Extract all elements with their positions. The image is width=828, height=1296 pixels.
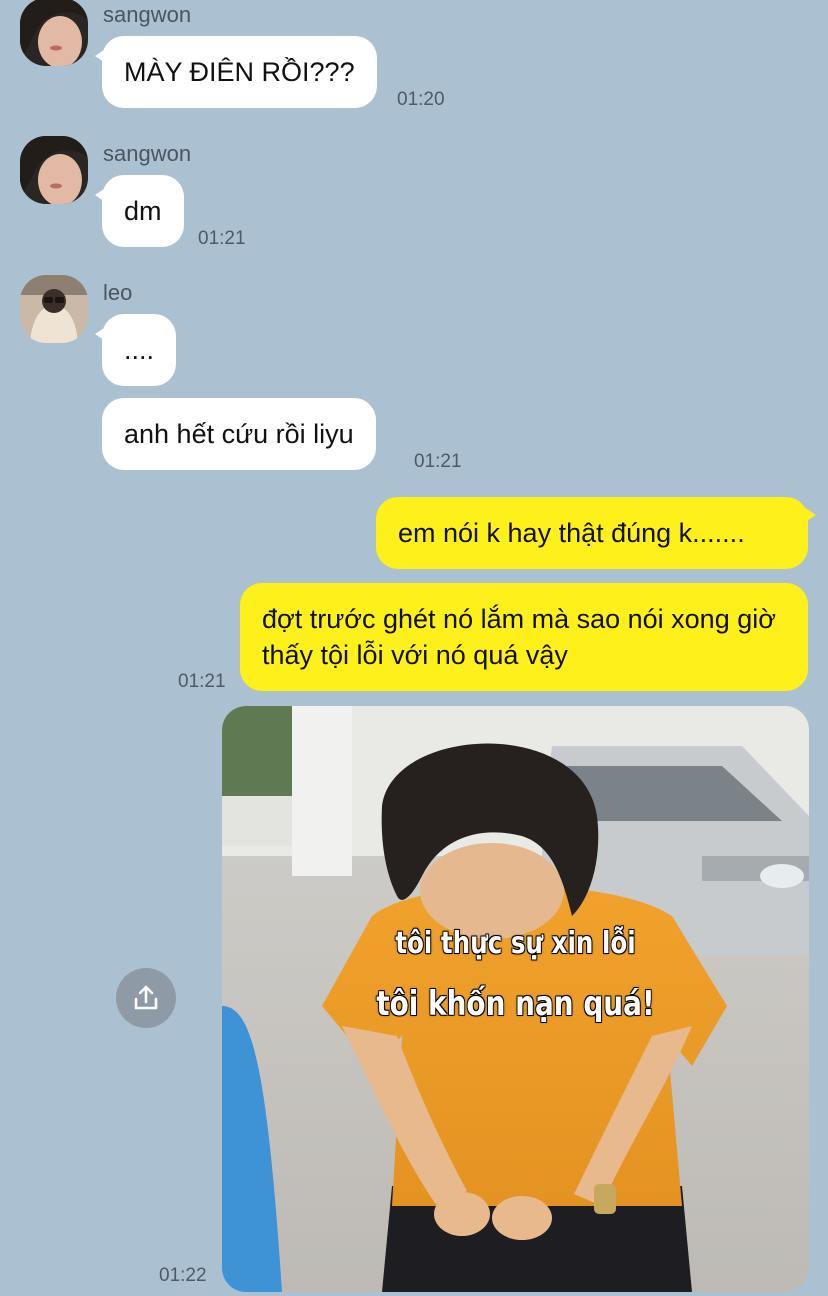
message-bubble[interactable]: .... bbox=[94, 314, 177, 386]
meme-caption-line: tôi thực sự xin lỗi bbox=[395, 926, 636, 961]
message-text: .... bbox=[124, 335, 155, 365]
message-bubble[interactable]: dm bbox=[95, 175, 184, 247]
sender-name: sangwon bbox=[103, 141, 192, 166]
sender-name: leo bbox=[103, 280, 133, 305]
share-upload-icon bbox=[134, 985, 158, 1010]
outgoing-bubble[interactable]: em nói k hay thật đúng k....... bbox=[376, 497, 816, 569]
message-text: đợt trước ghét nó lắm mà sao nói xong gi… bbox=[262, 604, 776, 670]
sender-name: sangwon bbox=[103, 2, 192, 27]
avatar-sangwon[interactable] bbox=[20, 136, 88, 204]
message-bubble[interactable]: anh hết cứu rồi liyu bbox=[102, 398, 376, 470]
message-time: 01:21 bbox=[414, 451, 462, 472]
share-button[interactable] bbox=[116, 968, 176, 1028]
message-time: 01:22 bbox=[159, 1265, 207, 1286]
message-bubble[interactable]: MÀY ĐIÊN RỒI??? bbox=[95, 36, 377, 108]
avatar-sangwon[interactable] bbox=[20, 0, 88, 66]
outgoing-bubble[interactable]: đợt trước ghét nó lắm mà sao nói xong gi… bbox=[240, 583, 808, 691]
avatar-leo[interactable] bbox=[20, 275, 88, 343]
image-message[interactable]: tôi thực sự xin lỗi tôi khốn nạn quá! bbox=[222, 706, 809, 1292]
message-time: 01:20 bbox=[397, 89, 445, 110]
message-text: anh hết cứu rồi liyu bbox=[124, 419, 354, 449]
message-text: MÀY ĐIÊN RỒI??? bbox=[124, 57, 355, 87]
message-text: dm bbox=[124, 196, 162, 226]
meme-caption-line: tôi khốn nạn quá! bbox=[376, 984, 655, 1024]
message-time: 01:21 bbox=[178, 671, 226, 692]
message-time: 01:21 bbox=[198, 228, 246, 249]
message-text: em nói k hay thật đúng k....... bbox=[398, 518, 745, 548]
